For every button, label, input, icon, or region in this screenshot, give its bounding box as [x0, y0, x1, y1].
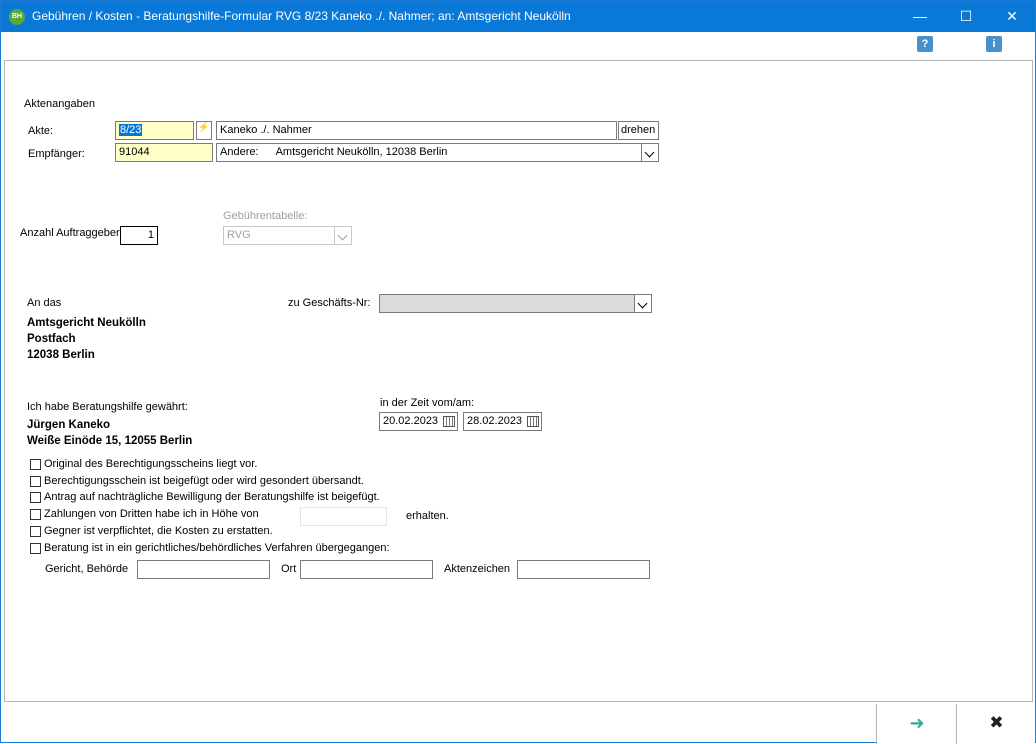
gericht-behoerde-input[interactable] — [137, 560, 270, 579]
checkbox-berechtigungsschein-beigefuegt[interactable] — [30, 476, 41, 487]
checkbox-verfahren-uebergegangen[interactable] — [30, 543, 41, 554]
minimize-button[interactable]: — — [897, 1, 943, 32]
ort-label: Ort — [281, 563, 297, 575]
chevron-down-icon[interactable] — [634, 295, 651, 312]
geschaeftsnr-dropdown[interactable] — [379, 294, 652, 313]
toolbar: ? i — [1, 32, 1035, 57]
zahlung-betrag-input — [300, 507, 387, 526]
advisor-name: Jürgen Kaneko — [27, 419, 111, 431]
checkbox-gegner-verpflichtet[interactable] — [30, 526, 41, 537]
checkbox-label: Beratung ist in ein gerichtliches/behörd… — [44, 542, 390, 554]
beratungshilfe-gewaehrt-label: Ich habe Beratungshilfe gewährt: — [27, 401, 188, 413]
drehen-button[interactable]: drehen — [618, 121, 659, 140]
close-button[interactable]: ✕ — [989, 1, 1035, 32]
cancel-button[interactable]: ✖ — [956, 704, 1035, 744]
empfaenger-input[interactable]: 91044 — [115, 143, 213, 162]
aktenzeichen-input[interactable] — [517, 560, 650, 579]
close-x-icon: ✖ — [989, 713, 1004, 732]
gebuehrentabelle-value: RVG — [227, 229, 251, 241]
andere-value: Amtsgericht Neukölln, 12038 Berlin — [275, 146, 448, 158]
checkbox-label: Berechtigungsschein ist beigefügt oder w… — [44, 475, 364, 487]
arrow-right-icon: ➜ — [909, 713, 925, 733]
gebuehrentabelle-dropdown: RVG — [223, 226, 352, 245]
recipient-line2: Postfach — [27, 333, 76, 345]
gericht-behoerde-label: Gericht, Behörde — [45, 563, 129, 575]
date-from-input[interactable]: 20.02.2023 — [379, 412, 458, 431]
calendar-icon[interactable] — [443, 416, 455, 427]
form-panel: Aktenangaben Akte: 8/23 ⚡ Kaneko ./. Nah… — [4, 60, 1033, 702]
aktenzeichen-label: Aktenzeichen — [444, 563, 511, 575]
date-to-input[interactable]: 28.02.2023 — [463, 412, 542, 431]
lightning-icon: ⚡ — [198, 122, 210, 132]
geschaeftsnr-label: zu Geschäfts-Nr: — [288, 297, 371, 309]
checkbox-original-berechtigungsschein[interactable] — [30, 459, 41, 470]
erhalten-label: erhalten. — [406, 510, 449, 522]
akte-lookup-button[interactable]: ⚡ — [196, 121, 212, 140]
chevron-down-icon[interactable] — [641, 144, 658, 161]
chevron-down-icon — [334, 227, 351, 244]
checkbox-label: Gegner ist verpflichtet, die Kosten zu e… — [44, 525, 273, 537]
info-icon[interactable]: i — [986, 36, 1002, 52]
help-icon[interactable]: ? — [917, 36, 933, 52]
checkbox-label: Zahlungen von Dritten habe ich in Höhe v… — [44, 508, 259, 520]
window-title: Gebühren / Kosten - Beratungshilfe-Formu… — [32, 9, 571, 23]
checkbox-label: Original des Berechtigungsscheins liegt … — [44, 458, 258, 470]
calendar-icon[interactable] — [527, 416, 539, 427]
akte-value: 8/23 — [119, 124, 143, 136]
maximize-button[interactable]: ☐ — [943, 1, 989, 32]
app-window: BH Gebühren / Kosten - Beratungshilfe-Fo… — [0, 0, 1036, 744]
akte-label: Akte: — [28, 125, 54, 137]
ok-button[interactable]: ➜ — [876, 704, 956, 744]
checkbox-antrag-nachtraeglich[interactable] — [30, 492, 41, 503]
section-aktenangaben: Aktenangaben — [24, 98, 95, 110]
andere-label: Andere: — [220, 146, 259, 158]
anzahl-auftraggeber-input[interactable]: 1 — [120, 226, 158, 245]
zeit-label: in der Zeit vom/am: — [380, 397, 475, 409]
date-from-value: 20.02.2023 — [383, 415, 439, 427]
recipient-line1: Amtsgericht Neukölln — [27, 317, 146, 329]
akte-name-field[interactable]: Kaneko ./. Nahmer — [216, 121, 617, 140]
ort-input[interactable] — [300, 560, 433, 579]
andere-dropdown[interactable]: Andere: Amtsgericht Neukölln, 12038 Berl… — [216, 143, 659, 162]
app-icon: BH — [9, 9, 25, 25]
recipient-line3: 12038 Berlin — [27, 349, 95, 361]
empfaenger-label: Empfänger: — [28, 148, 85, 160]
akte-input[interactable]: 8/23 — [115, 121, 194, 140]
gebuehrentabelle-label: Gebührentabelle: — [223, 210, 308, 222]
anzahl-auftraggeber-label: Anzahl Auftraggeber: — [20, 227, 123, 239]
an-das-label: An das — [27, 297, 62, 309]
title-bar: BH Gebühren / Kosten - Beratungshilfe-Fo… — [1, 1, 1035, 32]
advisor-address: Weiße Einöde 15, 12055 Berlin — [27, 435, 193, 447]
checkbox-zahlungen-dritter[interactable] — [30, 509, 41, 520]
checkbox-label: Antrag auf nachträgliche Bewilligung der… — [44, 491, 380, 503]
date-to-value: 28.02.2023 — [467, 415, 523, 427]
